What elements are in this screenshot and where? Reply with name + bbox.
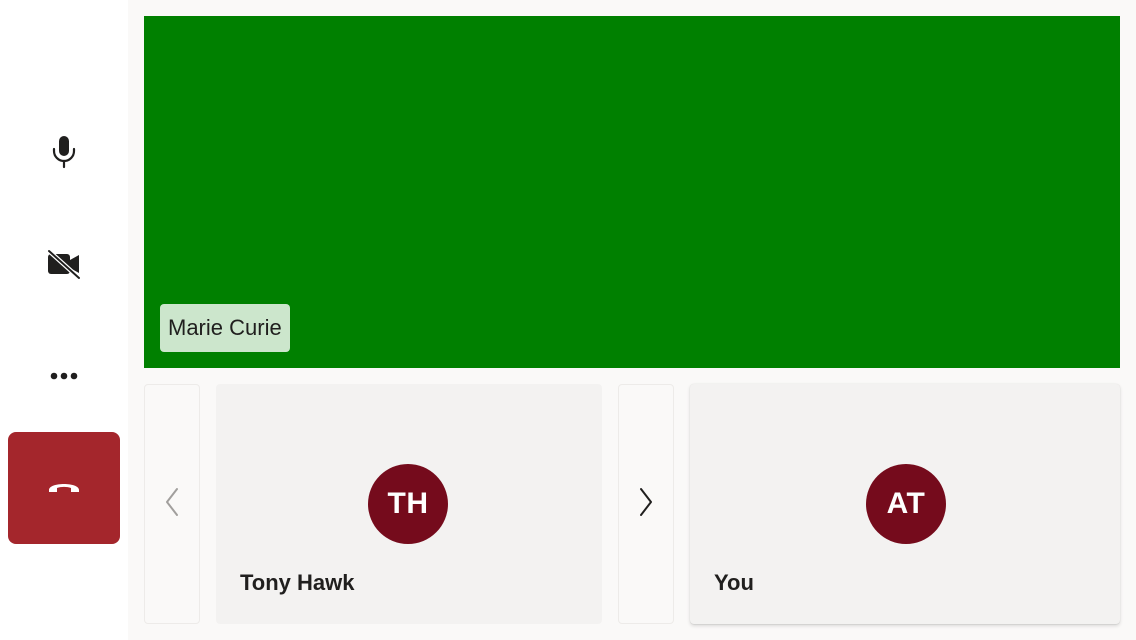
camera-off-icon [46,248,82,280]
participant-name-label: Marie Curie [160,304,290,352]
avatar: AT [866,464,946,544]
microphone-button[interactable] [8,96,120,208]
video-gallery: Marie Curie TH Tony Hawk AT You [128,0,1136,640]
participant-tile-name: You [714,570,754,595]
camera-toggle-button[interactable] [8,208,120,320]
main-video-tile[interactable]: Marie Curie [144,16,1120,368]
chevron-right-icon [638,487,654,522]
hang-up-button[interactable] [8,432,120,544]
more-options-button[interactable] [8,320,120,432]
more-options-icon [49,371,79,381]
participant-tile-you[interactable]: AT You [690,384,1120,624]
carousel-next-button[interactable] [618,384,674,624]
avatar: TH [368,464,448,544]
call-control-bar [0,0,128,640]
participant-name: Marie Curie [168,315,282,340]
microphone-icon [51,135,77,169]
hang-up-icon [47,481,81,495]
carousel-previous-button[interactable] [144,384,200,624]
participant-tile-name: Tony Hawk [240,570,355,595]
participant-tile-tony-hawk[interactable]: TH Tony Hawk [216,384,602,624]
chevron-left-icon [164,487,180,522]
